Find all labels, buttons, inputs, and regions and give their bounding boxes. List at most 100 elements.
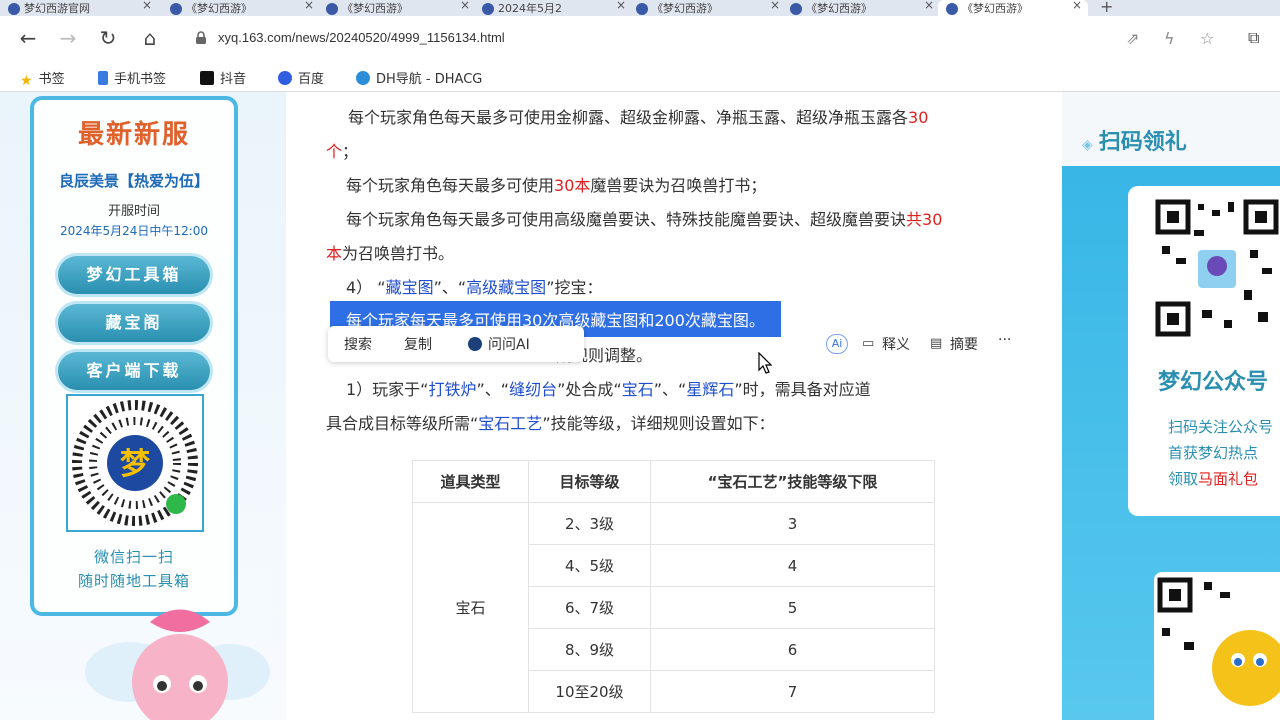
rule-line-synthesis: 1）玩家于“打铁炉”、“缝纫台”处合成“宝石”、“星辉石”时，需具备对应道 bbox=[346, 380, 871, 399]
extensions-icon[interactable]: ⧉ bbox=[1248, 28, 1259, 48]
open-time-value: 2024年5月24日中午12:00 bbox=[59, 224, 209, 238]
url-text[interactable]: xyq.163.com/news/20240520/4999_1156134.h… bbox=[218, 30, 505, 45]
tab-title: 梦幻西游官网 bbox=[24, 2, 90, 15]
rule-line-books: 每个玩家角色每天最多可使用30本魔兽要诀为召唤兽打书； bbox=[346, 176, 767, 195]
min-skill-cell: 5 bbox=[650, 586, 935, 629]
tab-title: 《梦幻西游》 bbox=[652, 2, 718, 15]
official-account-line: 领取马面礼包 bbox=[1168, 470, 1259, 488]
client-download-button[interactable]: 客户端下载 bbox=[58, 352, 210, 390]
baidu-icon bbox=[278, 71, 292, 85]
qr-code-icon bbox=[1157, 577, 1280, 706]
reload-button[interactable]: ↻ bbox=[94, 24, 122, 52]
wechat-qr-code: 梦 bbox=[66, 394, 204, 532]
server-name[interactable]: 良辰美景【热爱为伍】 bbox=[34, 170, 234, 191]
close-tab-icon[interactable]: × bbox=[304, 0, 314, 12]
gem-craft-table: 道具类型 目标等级 “宝石工艺”技能等级下限 宝石 2、3级 3 4、5级 4 … bbox=[412, 460, 935, 713]
tab-title: 《梦幻西游》 bbox=[186, 2, 252, 15]
share-icon[interactable]: ⇗ bbox=[1126, 29, 1139, 48]
qr-code-icon: 梦 bbox=[72, 400, 198, 526]
browser-tab[interactable]: 《梦幻西游》 × bbox=[790, 0, 940, 16]
item-type-cell: 宝石 bbox=[412, 502, 529, 713]
tab-title: 《梦幻西游》 bbox=[962, 2, 1028, 15]
bookmark-item[interactable]: ★ 书签 bbox=[20, 68, 65, 88]
bookmark-item[interactable]: 抖音 bbox=[200, 68, 246, 87]
browser-tab-active[interactable]: 《梦幻西游》 × bbox=[938, 0, 1088, 16]
summary-icon: ▤ bbox=[930, 336, 943, 351]
browser-tab[interactable]: 梦幻西游官网 × bbox=[8, 0, 158, 16]
right-sidebar: ◈ 扫码领礼 梦幻公众号 扫码关注公众号 首获梦幻热点 领取马面礼包 bbox=[1062, 92, 1280, 720]
target-level-cell: 8、9级 bbox=[528, 628, 651, 671]
browser-tab[interactable]: 2024年5月2 × bbox=[482, 0, 632, 16]
site-favicon-icon bbox=[482, 3, 494, 15]
star-icon: ★ bbox=[20, 73, 33, 89]
svg-text:梦: 梦 bbox=[120, 447, 150, 482]
bookmark-label: DH导航 - DHACG bbox=[376, 72, 483, 87]
browser-tab[interactable]: 《梦幻西游》 × bbox=[170, 0, 320, 16]
site-favicon-icon bbox=[790, 3, 802, 15]
qr-caption-anytime: 随时随地工具箱 bbox=[77, 572, 190, 590]
official-account-line: 首获梦幻热点 bbox=[1168, 444, 1259, 462]
diamond-icon: ◈ bbox=[1082, 137, 1093, 153]
table-header-row: 道具类型 目标等级 “宝石工艺”技能等级下限 bbox=[412, 460, 935, 503]
ask-ai-label: 问问AI bbox=[488, 337, 530, 353]
more-options-icon[interactable]: ··· bbox=[998, 332, 1011, 348]
tab-title: 《梦幻西游》 bbox=[342, 2, 408, 15]
cloud-icon bbox=[356, 71, 370, 85]
target-level-cell: 2、3级 bbox=[528, 502, 651, 545]
qr-code-icon bbox=[1155, 199, 1279, 337]
qr-caption-scan: 微信扫一扫 bbox=[93, 548, 174, 566]
close-tab-icon[interactable]: × bbox=[770, 0, 780, 12]
official-account-line: 扫码关注公众号 bbox=[1168, 418, 1274, 436]
table-header: “宝石工艺”技能等级下限 bbox=[650, 460, 935, 503]
bookmark-item[interactable]: DH导航 - DHACG bbox=[356, 68, 482, 87]
bookmark-item[interactable]: 手机书签 bbox=[98, 68, 166, 87]
copy-menu-item[interactable]: 复制 bbox=[404, 334, 432, 354]
tab-title: 2024年5月2 bbox=[498, 2, 562, 15]
rule-heading-treasure-map: 4） “藏宝图”、“高级藏宝图”挖宝： bbox=[346, 278, 603, 297]
bookmark-label: 抖音 bbox=[220, 72, 247, 87]
close-tab-icon[interactable]: × bbox=[460, 0, 470, 12]
toolbox-button[interactable]: 梦幻工具箱 bbox=[58, 256, 210, 294]
ai-badge-icon[interactable]: Ai bbox=[826, 334, 848, 354]
explain-icon: ▭ bbox=[862, 336, 875, 351]
target-level-cell: 10至20级 bbox=[528, 670, 651, 713]
page-content: 最新新服 良辰美景【热爱为伍】 开服时间 2024年5月24日中午12:00 梦… bbox=[0, 92, 1280, 720]
tab-title: 《梦幻西游》 bbox=[806, 2, 872, 15]
pink-mascot-icon bbox=[85, 609, 270, 720]
target-level-cell: 4、5级 bbox=[528, 544, 651, 587]
forward-button[interactable]: → bbox=[54, 24, 82, 52]
site-info-icon[interactable] bbox=[194, 31, 208, 45]
new-tab-button[interactable]: + bbox=[1100, 0, 1113, 16]
ai-globe-icon bbox=[468, 337, 482, 351]
bookmark-item[interactable]: 百度 bbox=[278, 68, 324, 87]
close-tab-icon[interactable]: × bbox=[1072, 0, 1082, 12]
rule-line-dew-cont: 个； bbox=[326, 142, 359, 161]
treasure-pavilion-button[interactable]: 藏宝阁 bbox=[58, 304, 210, 342]
close-tab-icon[interactable]: × bbox=[616, 0, 626, 12]
rule-line-synthesis-cont: 具合成目标等级所需“宝石工艺”技能等级，详细规则设置如下： bbox=[326, 414, 775, 433]
browser-tab[interactable]: 《梦幻西游》 × bbox=[326, 0, 476, 16]
rule-line-adv-books: 每个玩家角色每天最多可使用高级魔兽要诀、特殊技能魔兽要诀、超级魔兽要诀共30 bbox=[346, 210, 943, 229]
second-qr-code bbox=[1154, 572, 1280, 720]
bookmarks-bar: ★ 书签 手机书签 抖音 百度 DH导航 - DHACG bbox=[0, 62, 1280, 92]
summary-button[interactable]: 摘要 bbox=[950, 334, 978, 354]
rule-line-adv-books-cont: 本为召唤兽打书。 bbox=[326, 244, 455, 263]
scan-gift-title: ◈ 扫码领礼 bbox=[1082, 124, 1187, 156]
bookmark-star-icon[interactable]: ☆ bbox=[1200, 29, 1214, 48]
explain-button[interactable]: 释义 bbox=[882, 334, 910, 354]
address-bar[interactable]: xyq.163.com/news/20240520/4999_1156134.h… bbox=[180, 23, 1228, 55]
browser-tab[interactable]: 《梦幻西游》 × bbox=[636, 0, 786, 16]
table-header: 目标等级 bbox=[528, 460, 651, 503]
new-server-title: 最新新服 bbox=[77, 120, 190, 150]
close-tab-icon[interactable]: × bbox=[142, 0, 152, 12]
back-button[interactable]: ← bbox=[14, 24, 42, 52]
search-menu-item[interactable]: 搜索 bbox=[344, 334, 372, 354]
home-button[interactable]: ⌂ bbox=[136, 24, 164, 52]
official-account-qr-code bbox=[1154, 194, 1280, 344]
ask-ai-menu-item[interactable]: 问问AI bbox=[468, 334, 530, 354]
lightning-icon[interactable]: ϟ bbox=[1164, 29, 1175, 48]
bookmark-label: 书签 bbox=[38, 72, 65, 87]
open-time-label: 开服时间 bbox=[107, 204, 160, 219]
rule-line-dew: 每个玩家角色每天最多可使用金柳露、超级金柳露、净瓶玉露、超级净瓶玉露各30 bbox=[348, 108, 929, 127]
close-tab-icon[interactable]: × bbox=[924, 0, 934, 12]
